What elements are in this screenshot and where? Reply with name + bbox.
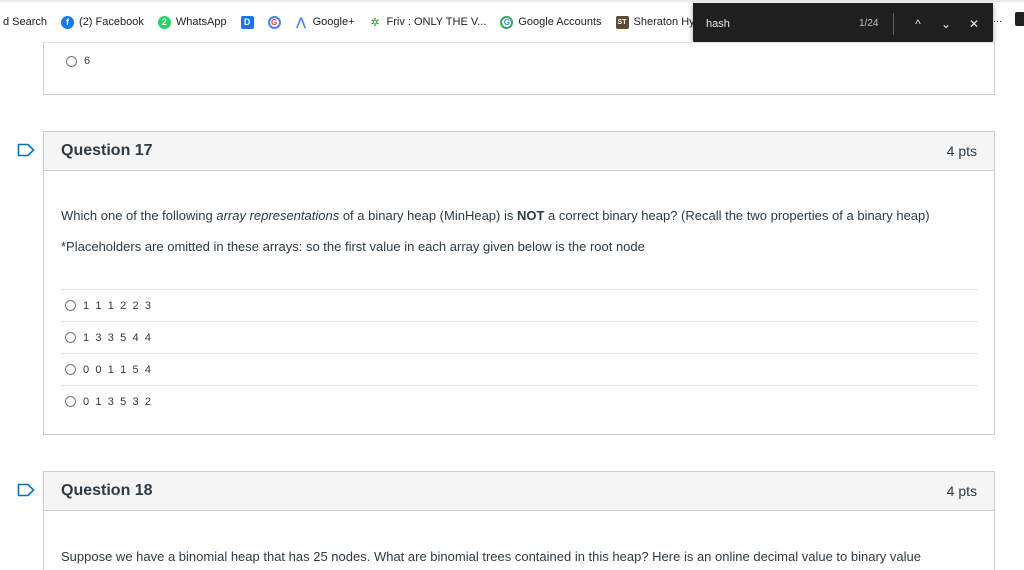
question-text: Suppose we have a binomial heap that has…: [61, 549, 921, 564]
question-17-header: Question 17 4 pts: [44, 132, 994, 171]
friv-icon: ✲: [370, 16, 380, 29]
find-close-button[interactable]: ✕: [960, 17, 988, 31]
bookmark-google[interactable]: G: [261, 2, 288, 42]
answer-divider: [44, 42, 994, 43]
question-points: 4 pts: [946, 483, 977, 499]
google-icon: G: [267, 15, 281, 29]
bookmark-label: (2) Facebook: [79, 16, 144, 28]
answer-label: 1 3 3 5 4 4: [83, 331, 153, 344]
previous-question-card: 6: [43, 42, 995, 95]
whatsapp-icon: 2: [157, 15, 171, 29]
question-18-header: Question 18 4 pts: [44, 472, 994, 511]
answer-label: 1 1 1 2 2 3: [83, 299, 153, 312]
question-18-card: Question 18 4 pts Suppose we have a bino…: [43, 471, 995, 570]
bookmark-sheraton[interactable]: ST Sheraton Hy: [609, 2, 702, 42]
bookmark-google-accounts[interactable]: G Google Accounts: [493, 2, 608, 42]
answer-list: 1 1 1 2 2 3 1 3 3 5 4 4 0 0 1 1 5 4 0 1 …: [61, 289, 978, 417]
bookmark-whatsapp[interactable]: 2 WhatsApp: [151, 2, 234, 42]
answer-option[interactable]: 1 1 1 2 2 3: [61, 289, 978, 321]
facebook-icon: f: [61, 15, 75, 29]
bookmark-label: WhatsApp: [175, 16, 227, 28]
bookmark-label: d Search: [3, 16, 48, 28]
find-next-button[interactable]: ⌄: [932, 17, 960, 31]
answer-label: 0 1 3 5 3 2: [83, 395, 153, 408]
d-app-icon: D: [240, 15, 254, 29]
bookmark-friv[interactable]: ✲ Friv : ONLY THE V...: [362, 2, 494, 42]
answer-option[interactable]: 1 3 3 5 4 4: [61, 321, 978, 353]
bookmark-label: Sheraton Hy: [633, 16, 695, 28]
question-text-part: of a binary heap (MinHeap) is: [339, 208, 517, 223]
bookmark-search[interactable]: d Search: [0, 2, 54, 42]
find-input[interactable]: [693, 17, 843, 30]
question-title: Question 17: [61, 142, 153, 159]
radio-button[interactable]: [65, 396, 76, 407]
extension-icon[interactable]: [1015, 12, 1024, 26]
radio-button[interactable]: [66, 55, 77, 67]
answer-option[interactable]: 0 0 1 1 5 4: [61, 353, 978, 385]
bookmark-label: Friv : ONLY THE V...: [386, 16, 487, 28]
find-divider: [893, 12, 894, 35]
answer-label: 0 0 1 1 5 4: [83, 363, 153, 376]
bookmark-google-plus[interactable]: ⋀ Google+: [288, 2, 362, 42]
radio-button[interactable]: [65, 300, 76, 311]
question-text-part: a correct binary heap? (Recall the two p…: [544, 208, 930, 223]
flag-question-18-icon[interactable]: [17, 483, 35, 497]
find-previous-button[interactable]: ^: [904, 17, 932, 31]
bookmark-label: Google+: [312, 16, 355, 28]
question-text-part: Which one of the following: [61, 208, 217, 223]
bookmark-d-app[interactable]: D: [234, 2, 261, 42]
question-text-emphasis: array representations: [216, 208, 340, 223]
question-title: Question 18: [61, 482, 153, 499]
find-match-count: 1/24: [859, 18, 879, 29]
answer-option[interactable]: 6: [62, 45, 90, 77]
bookmark-label: Google Accounts: [518, 16, 602, 28]
question-note: *Placeholders are omitted in these array…: [61, 239, 645, 254]
question-text: Which one of the following array represe…: [61, 207, 981, 225]
radio-button[interactable]: [65, 332, 76, 343]
bookmark-facebook[interactable]: f (2) Facebook: [54, 2, 151, 42]
find-bar: 1/24 ^ ⌄ ✕: [693, 3, 993, 44]
more-bookmarks-button[interactable]: ...: [993, 13, 1002, 25]
question-text-strong: NOT: [516, 208, 545, 223]
question-17-card: Question 17 4 pts Which one of the follo…: [43, 131, 995, 435]
answer-label: 6: [84, 55, 91, 67]
flag-question-17-icon[interactable]: [17, 143, 35, 157]
question-points: 4 pts: [946, 143, 977, 159]
radio-button[interactable]: [65, 364, 76, 375]
sheraton-icon: ST: [615, 15, 629, 29]
google-accounts-icon: G: [500, 15, 514, 29]
answer-option[interactable]: 0 1 3 5 3 2: [61, 385, 978, 417]
google-plus-icon: ⋀: [296, 15, 307, 29]
